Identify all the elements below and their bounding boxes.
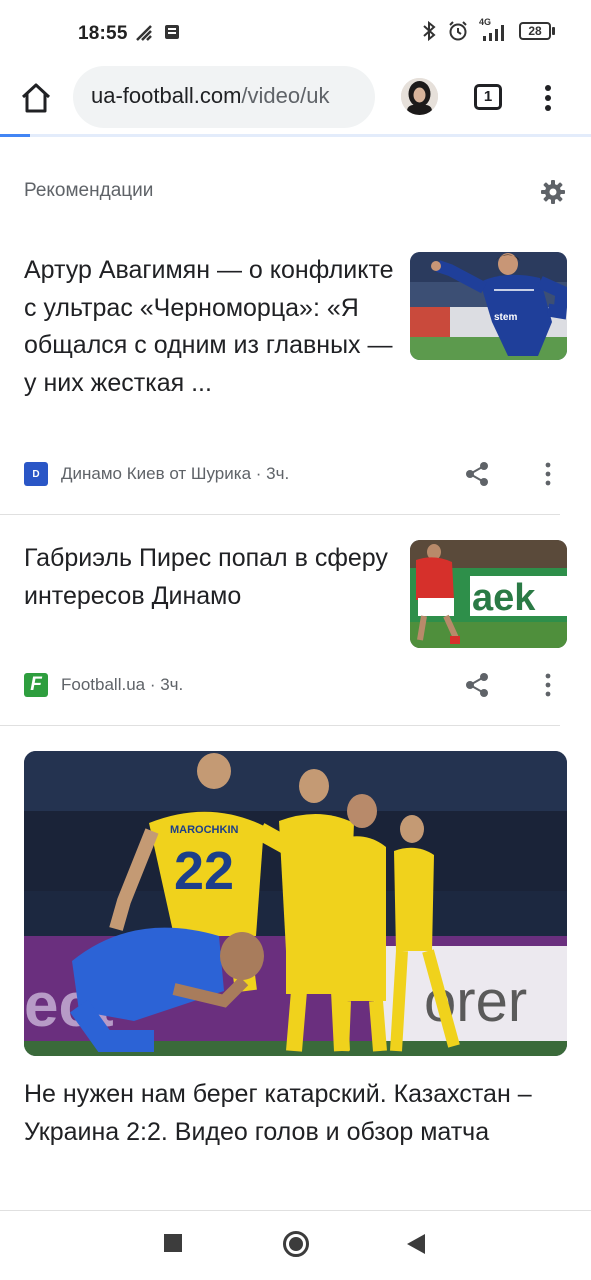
article-title[interactable]: Не нужен нам берег катарский. Казахстан … <box>24 1076 569 1151</box>
home-nav-icon[interactable] <box>282 1230 310 1258</box>
system-navigation-bar <box>0 1210 591 1280</box>
article-source: D Динамо Киев от Шурика · 3ч. <box>24 462 289 486</box>
article-hero-image[interactable]: ect orer MAROCHKIN 22 <box>24 751 567 1056</box>
status-time: 18:55 <box>78 23 128 44</box>
page-load-progress <box>0 134 591 137</box>
section-title: Рекомендации <box>24 180 154 201</box>
url-domain: ua-football.com <box>91 83 242 108</box>
share-icon[interactable] <box>465 672 489 698</box>
article-title[interactable]: Артур Авагимян — о конфликте с ультрас «… <box>24 252 394 402</box>
source-favicon: F <box>24 673 48 697</box>
battery-level: 28 <box>528 24 542 38</box>
source-text: Football.ua · 3ч. <box>61 675 184 694</box>
share-icon[interactable] <box>465 461 489 487</box>
cell-signal-icon: 4G <box>479 17 509 42</box>
alarm-icon <box>449 21 467 41</box>
source-text: Динамо Киев от Шурика · 3ч. <box>61 464 290 483</box>
divider <box>0 514 560 515</box>
more-options-icon[interactable] <box>540 673 556 697</box>
url-text: ua-football.com/video/uk <box>91 83 329 109</box>
tab-switcher-button[interactable]: 1 <box>474 84 502 110</box>
article-source: F Football.ua · 3ч. <box>24 673 183 697</box>
browser-toolbar: ua-football.com/video/uk 1 <box>0 66 591 136</box>
profile-avatar[interactable] <box>401 78 438 115</box>
article-thumbnail[interactable]: stem <box>410 252 567 360</box>
home-icon[interactable] <box>18 80 54 116</box>
article-title[interactable]: Габриэль Пирес попал в сферу интересов Д… <box>24 540 394 615</box>
thumbnail-board-text: stem <box>494 312 517 323</box>
recent-apps-icon[interactable] <box>163 1233 183 1253</box>
jersey-number: 22 <box>174 841 234 901</box>
bluetooth-icon <box>423 20 436 42</box>
overflow-menu-icon[interactable] <box>536 82 560 114</box>
article-thumbnail[interactable]: aek <box>410 540 567 648</box>
url-path: /video/uk <box>241 83 330 108</box>
gear-icon[interactable] <box>540 179 566 205</box>
status-bar: 18:55 4G 28 <box>0 0 591 66</box>
jersey-name: MAROCHKIN <box>170 824 238 836</box>
back-icon[interactable] <box>406 1233 426 1255</box>
divider <box>0 725 560 726</box>
source-favicon: D <box>24 462 48 486</box>
battery-icon: 28 <box>519 21 555 41</box>
news-app-icon <box>165 25 179 39</box>
address-bar[interactable]: ua-football.com/video/uk <box>73 66 375 128</box>
signal-app-icon <box>136 25 152 41</box>
status-icons: 4G 28 <box>421 17 555 42</box>
thumbnail-board-text: aek <box>472 577 536 619</box>
more-options-icon[interactable] <box>540 462 556 486</box>
